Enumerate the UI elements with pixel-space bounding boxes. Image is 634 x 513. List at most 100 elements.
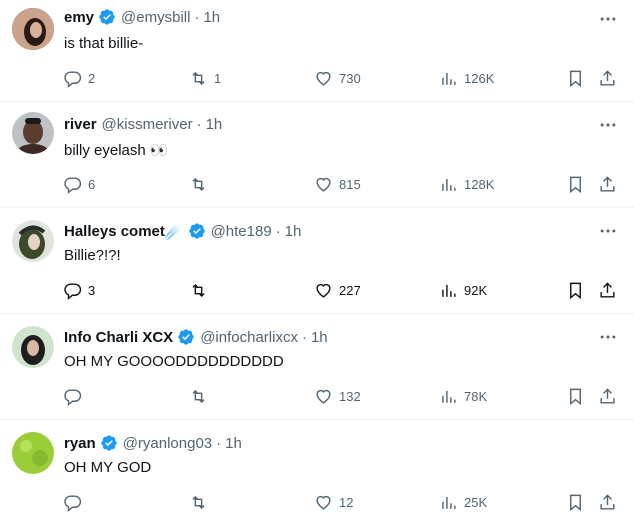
- tweet-text: Billie?!?!: [64, 247, 121, 264]
- bookmark-button[interactable]: [566, 385, 585, 407]
- like-button[interactable]: 730: [314, 67, 361, 89]
- views-button[interactable]: 25K: [439, 491, 487, 513]
- reply-icon: [64, 494, 82, 512]
- tweet[interactable]: Halleys comet☄️ @hte189 · 1h Billie?!?! …: [0, 208, 634, 314]
- timestamp[interactable]: 1h: [225, 435, 242, 452]
- views-count: 126K: [464, 70, 495, 86]
- verified-badge-icon: [188, 223, 205, 239]
- avatar[interactable]: [12, 220, 54, 262]
- reply-count: 2: [88, 70, 96, 86]
- reply-button[interactable]: [63, 385, 88, 407]
- retweet-button[interactable]: [189, 279, 214, 301]
- avatar[interactable]: [12, 8, 54, 50]
- bookmark-button[interactable]: [566, 279, 585, 301]
- timestamp[interactable]: 1h: [203, 9, 220, 26]
- timestamp[interactable]: 1h: [311, 329, 328, 346]
- tweet-header: emy @emysbill · 1h: [64, 8, 220, 26]
- share-button[interactable]: [598, 491, 617, 513]
- share-button[interactable]: [598, 67, 617, 89]
- tweet-header: ryan @ryanlong03 · 1h: [64, 434, 242, 452]
- tweet[interactable]: emy @emysbill · 1h is that billie- 2 1 7…: [0, 0, 634, 102]
- avatar[interactable]: [12, 432, 54, 474]
- views-button[interactable]: 126K: [439, 67, 494, 89]
- display-name[interactable]: Info Charli XCX: [64, 329, 173, 346]
- display-name[interactable]: emy: [64, 9, 94, 26]
- action-bar: 2 1 730 126K: [0, 67, 634, 89]
- retweet-button[interactable]: 1: [189, 67, 221, 89]
- views-button[interactable]: 128K: [439, 173, 494, 195]
- views-count: 128K: [464, 176, 495, 192]
- timestamp[interactable]: 1h: [285, 223, 302, 240]
- reply-icon: [64, 70, 82, 88]
- reply-count: 3: [88, 282, 96, 298]
- more-options-icon[interactable]: [598, 327, 618, 347]
- heart-icon: [316, 283, 331, 298]
- avatar[interactable]: [12, 112, 54, 154]
- reply-button[interactable]: 2: [63, 67, 95, 89]
- handle[interactable]: @hte189: [211, 223, 272, 240]
- retweet-icon: [192, 283, 205, 297]
- like-button[interactable]: 227: [314, 279, 361, 301]
- retweet-button[interactable]: [189, 385, 214, 407]
- like-count: 730: [339, 70, 361, 86]
- more-options-icon[interactable]: [598, 221, 618, 241]
- retweet-count: 1: [214, 70, 222, 86]
- reply-icon: [64, 388, 82, 406]
- share-button[interactable]: [598, 279, 617, 301]
- timestamp[interactable]: 1h: [206, 116, 223, 133]
- bookmark-icon: [570, 176, 581, 193]
- display-name[interactable]: river: [64, 116, 97, 133]
- share-button[interactable]: [598, 173, 617, 195]
- heart-icon: [316, 495, 331, 510]
- views-button[interactable]: 92K: [439, 279, 487, 301]
- handle[interactable]: @ryanlong03: [123, 435, 212, 452]
- views-button[interactable]: 78K: [439, 385, 487, 407]
- like-button[interactable]: 132: [314, 385, 361, 407]
- tweet[interactable]: Info Charli XCX @infocharlixcx · 1h OH M…: [0, 314, 634, 420]
- retweet-button[interactable]: [189, 491, 214, 513]
- retweet-icon: [192, 177, 205, 191]
- like-button[interactable]: 12: [314, 491, 353, 513]
- tweet-text: OH MY GOOOODDDDDDDDDD: [64, 353, 284, 370]
- action-bar: 3 227 92K: [0, 279, 634, 301]
- bookmark-button[interactable]: [566, 491, 585, 513]
- reply-button[interactable]: [63, 491, 88, 513]
- like-count: 132: [339, 388, 361, 404]
- reply-button[interactable]: 6: [63, 173, 95, 195]
- retweet-button[interactable]: [189, 173, 214, 195]
- retweet-icon: [192, 495, 205, 509]
- views-count: 92K: [464, 282, 488, 298]
- bookmark-button[interactable]: [566, 173, 585, 195]
- share-icon: [600, 493, 615, 510]
- like-count: 815: [339, 176, 361, 192]
- tweet[interactable]: river @kissmeriver · 1h billy eyelash 👀 …: [0, 102, 634, 208]
- separator: ·: [194, 8, 200, 26]
- tweet[interactable]: ryan @ryanlong03 · 1h OH MY GOD 12 25K: [0, 420, 634, 512]
- share-icon: [600, 281, 615, 298]
- views-count: 78K: [464, 388, 488, 404]
- display-name[interactable]: Halleys comet☄️: [64, 222, 184, 240]
- handle[interactable]: @emysbill: [121, 9, 190, 26]
- views-icon: [442, 72, 456, 85]
- reply-button[interactable]: 3: [63, 279, 95, 301]
- more-options-icon[interactable]: [598, 9, 618, 29]
- handle[interactable]: @kissmeriver: [102, 116, 193, 133]
- views-icon: [442, 284, 456, 297]
- views-icon: [442, 496, 456, 509]
- display-name[interactable]: ryan: [64, 435, 96, 452]
- share-icon: [600, 387, 615, 404]
- bookmark-button[interactable]: [566, 67, 585, 89]
- views-icon: [442, 390, 456, 403]
- avatar[interactable]: [12, 326, 54, 368]
- action-bar: 6 815 128K: [0, 173, 634, 195]
- more-options-icon[interactable]: [598, 115, 618, 135]
- share-button[interactable]: [598, 385, 617, 407]
- like-button[interactable]: 815: [314, 173, 361, 195]
- separator: ·: [216, 434, 222, 452]
- tweet-text: billy eyelash 👀: [64, 142, 169, 159]
- tweet-header: Info Charli XCX @infocharlixcx · 1h: [64, 328, 328, 346]
- handle[interactable]: @infocharlixcx: [200, 329, 298, 346]
- share-icon: [600, 69, 615, 86]
- views-count: 25K: [464, 494, 488, 510]
- verified-badge-icon: [178, 329, 194, 345]
